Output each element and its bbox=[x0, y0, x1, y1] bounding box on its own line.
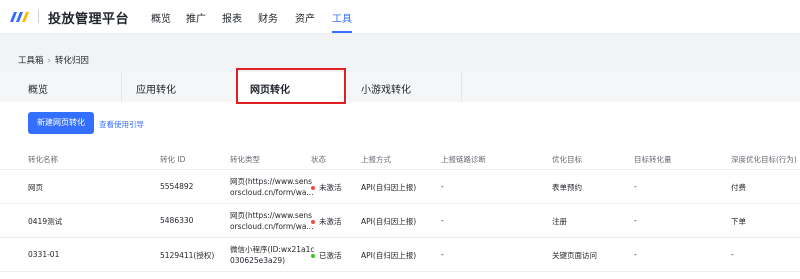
cell-report-method: API(自归因上报) bbox=[361, 217, 417, 226]
cell-status: 未激活 bbox=[311, 216, 342, 227]
column-header-target: 目标转化量 bbox=[634, 155, 672, 164]
cell-diagnosis: - bbox=[441, 182, 444, 191]
tab-app-conversion[interactable]: 应用转化 bbox=[108, 72, 237, 102]
column-header-status: 状态 bbox=[311, 155, 326, 164]
conversion-tabs: 概览 应用转化 网页转化 小游戏转化 bbox=[0, 72, 800, 102]
conversion-panel: 概览 应用转化 网页转化 小游戏转化 新建网页转化 查看使用引导 转化名称 转化… bbox=[0, 68, 800, 279]
nav-reports[interactable]: 报表 bbox=[222, 10, 242, 25]
cell-id: 5129411(授权) bbox=[160, 251, 215, 260]
status-dot-icon bbox=[311, 254, 315, 258]
usage-guide-link[interactable]: 查看使用引导 bbox=[99, 119, 144, 130]
table-header: 转化名称 转化 ID 转化类型 状态 上报方式 上报链路诊断 优化目标 目标转化… bbox=[0, 148, 800, 170]
nav-promotion[interactable]: 推广 bbox=[186, 10, 206, 25]
column-header-type: 转化类型 bbox=[230, 155, 260, 164]
cell-report-method: API(自归因上报) bbox=[361, 183, 417, 192]
cell-status: 未激活 bbox=[311, 182, 342, 193]
tab-web-conversion[interactable]: 网页转化 bbox=[237, 72, 347, 102]
cell-name: 0331-01 bbox=[28, 250, 60, 259]
cell-deep-goal: - bbox=[731, 250, 734, 259]
table-row[interactable]: 网页 5554892 网页(https://www.sens orscloud.c… bbox=[0, 170, 800, 204]
top-navigation-bar: 投放管理平台 概览 推广 报表 财务 资产 工具 bbox=[0, 0, 800, 34]
cell-diagnosis: - bbox=[441, 250, 444, 259]
cell-goal: 表单预约 bbox=[552, 183, 582, 192]
column-header-goal: 优化目标 bbox=[552, 155, 582, 164]
breadcrumb-current: 转化归因 bbox=[54, 56, 89, 66]
header-divider bbox=[38, 10, 39, 23]
cell-type: 网页(https://www.sens orscloud.cn/form/wa..… bbox=[230, 177, 314, 197]
platform-logo-icon bbox=[10, 12, 29, 22]
nav-finance[interactable]: 财务 bbox=[258, 10, 278, 25]
cell-name: 0419测试 bbox=[28, 217, 63, 226]
nav-tools[interactable]: 工具 bbox=[332, 10, 352, 25]
table-row[interactable]: 0331-01 5129411(授权) 微信小程序(ID:wx21a1c 0306… bbox=[0, 238, 800, 272]
cell-type: 微信小程序(ID:wx21a1c 030625e3a29) bbox=[230, 245, 315, 265]
tab-overview[interactable]: 概览 bbox=[0, 72, 122, 102]
nav-assets[interactable]: 资产 bbox=[295, 10, 315, 25]
new-web-conversion-button[interactable]: 新建网页转化 bbox=[28, 112, 94, 134]
app-title: 投放管理平台 bbox=[48, 12, 130, 27]
breadcrumb-separator-icon: › bbox=[47, 56, 51, 66]
tab-minigame-conversion[interactable]: 小游戏转化 bbox=[347, 72, 462, 102]
column-header-diagnosis: 上报链路诊断 bbox=[441, 155, 486, 164]
cell-target: - bbox=[634, 216, 637, 225]
cell-goal: 注册 bbox=[552, 217, 567, 226]
column-header-id: 转化 ID bbox=[160, 155, 186, 164]
cell-target: - bbox=[634, 182, 637, 191]
nav-active-indicator bbox=[332, 31, 352, 33]
table-row[interactable]: 0419测试 5486330 网页(https://www.sens orsclo… bbox=[0, 204, 800, 238]
cell-name: 网页 bbox=[28, 183, 43, 192]
status-dot-icon bbox=[311, 186, 315, 190]
cell-type: 网页(https://www.sens orscloud.cn/form/wa..… bbox=[230, 211, 314, 231]
column-header-name: 转化名称 bbox=[28, 155, 58, 164]
cell-deep-goal: 下单 bbox=[731, 217, 746, 226]
breadcrumb: 工具箱 › 转化归因 bbox=[18, 54, 89, 66]
column-header-report-method: 上报方式 bbox=[361, 155, 391, 164]
column-header-deep-goal: 深度优化目标(行为) bbox=[731, 155, 797, 164]
cell-status: 已激活 bbox=[311, 250, 342, 261]
cell-deep-goal: 付费 bbox=[731, 183, 746, 192]
cell-report-method: API(自归因上报) bbox=[361, 251, 417, 260]
status-dot-icon bbox=[311, 220, 315, 224]
cell-target: - bbox=[634, 250, 637, 259]
cell-diagnosis: - bbox=[441, 216, 444, 225]
breadcrumb-toolbox[interactable]: 工具箱 bbox=[18, 56, 44, 66]
cell-id: 5554892 bbox=[160, 182, 194, 191]
cell-goal: 关键页面访问 bbox=[552, 251, 597, 260]
cell-id: 5486330 bbox=[160, 216, 194, 225]
nav-overview[interactable]: 概览 bbox=[151, 10, 171, 25]
